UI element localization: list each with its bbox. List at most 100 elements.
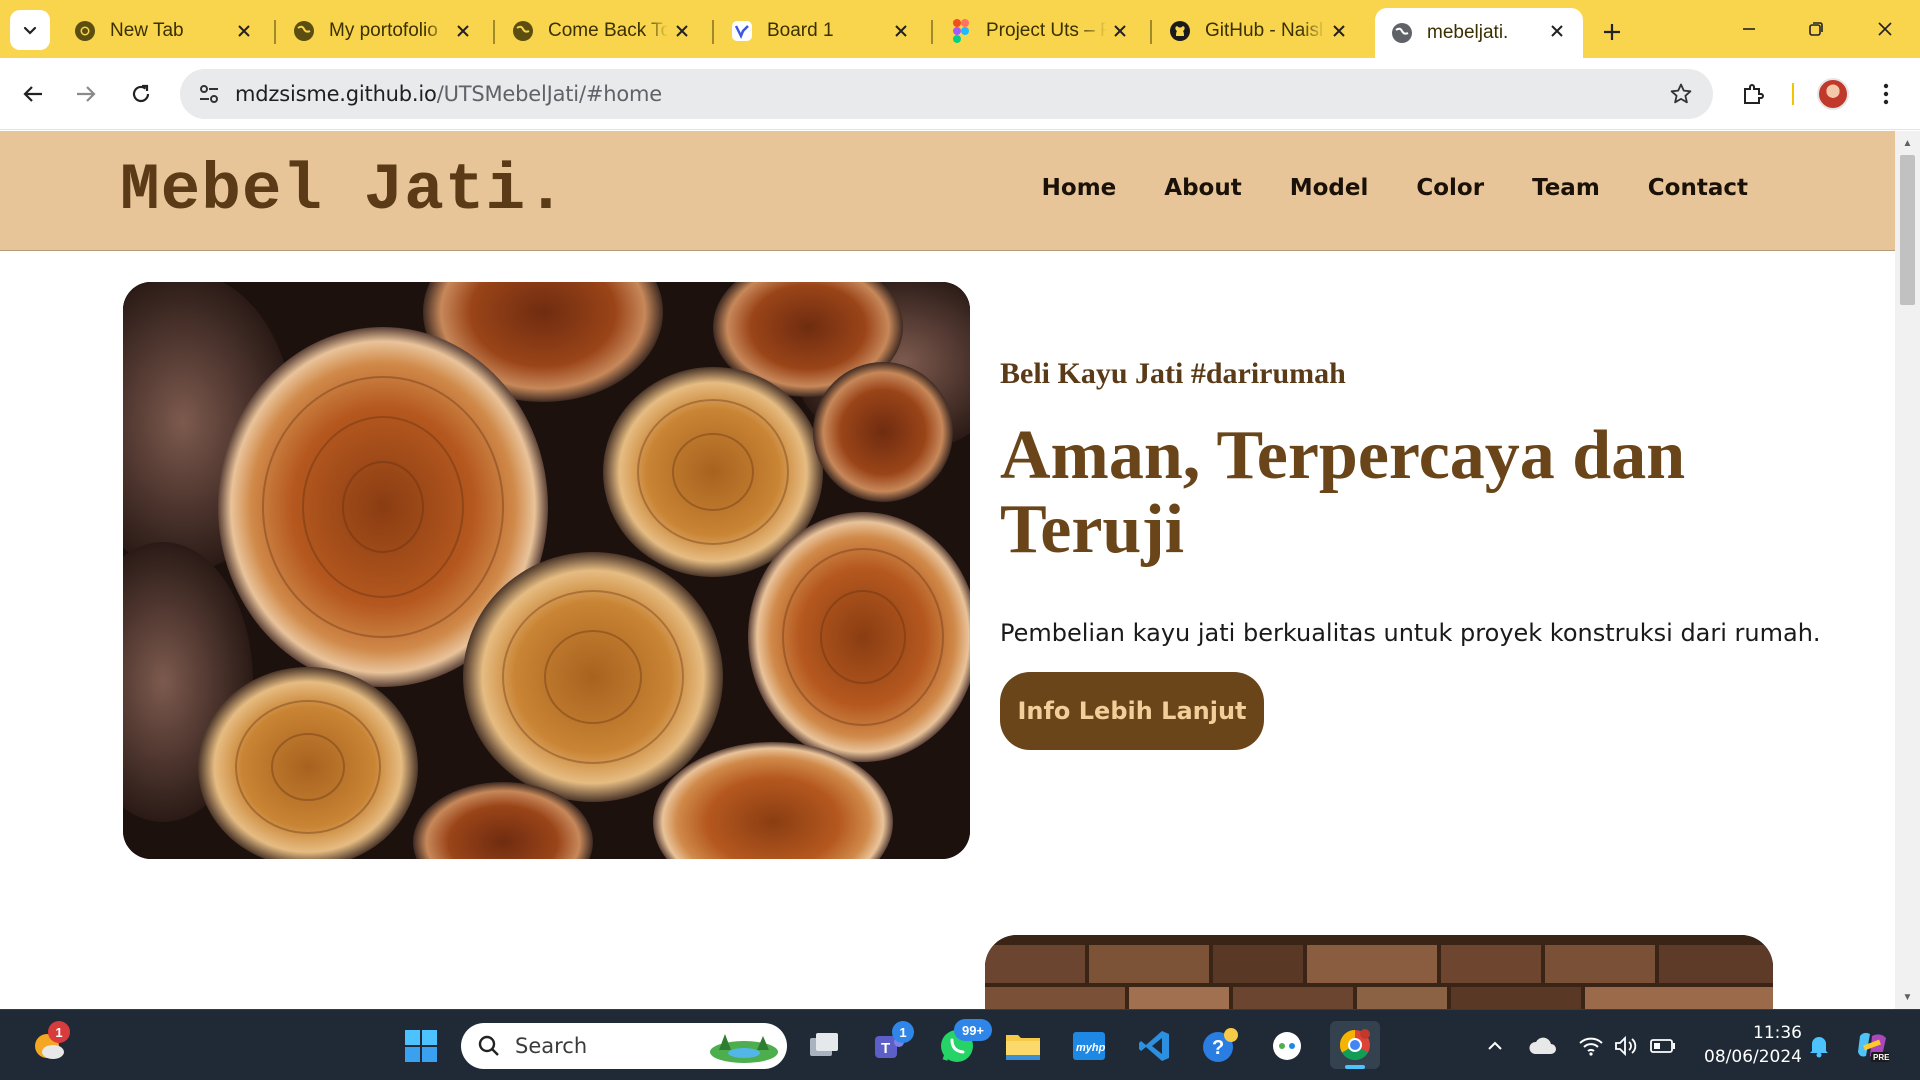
battery-status[interactable] xyxy=(1644,1025,1682,1067)
close-icon[interactable] xyxy=(670,19,694,43)
notifications-button[interactable] xyxy=(1800,1025,1838,1067)
tab-divider xyxy=(931,20,933,44)
scroll-down-icon[interactable]: ▼ xyxy=(1901,991,1914,1004)
vscode-button[interactable] xyxy=(1133,1025,1175,1067)
nav-home[interactable]: Home xyxy=(1042,175,1117,201)
more-vertical-icon xyxy=(1883,83,1889,105)
scroll-up-icon[interactable]: ▲ xyxy=(1901,137,1914,150)
url-text[interactable]: mdzsisme.github.io/UTSMebelJati/#home xyxy=(235,82,662,106)
weather-widget[interactable]: 1 xyxy=(28,1021,70,1067)
tab-search-button[interactable] xyxy=(10,10,50,50)
tab-divider xyxy=(712,20,714,44)
close-icon[interactable] xyxy=(1545,19,1569,43)
nav-team[interactable]: Team xyxy=(1532,175,1600,201)
close-icon xyxy=(1878,22,1892,36)
hero-tagline: Beli Kayu Jati #darirumah xyxy=(1000,357,1346,390)
close-icon[interactable] xyxy=(451,19,475,43)
nav-model[interactable]: Model xyxy=(1290,175,1369,201)
wifi-status[interactable] xyxy=(1572,1025,1610,1067)
reload-button[interactable] xyxy=(121,74,161,114)
profile-button[interactable] xyxy=(1813,74,1853,114)
puzzle-icon xyxy=(1744,84,1764,104)
windows-icon xyxy=(405,1030,437,1062)
avatar xyxy=(1817,78,1849,110)
figma-icon xyxy=(948,18,974,44)
hero-image-logs xyxy=(123,282,970,859)
close-icon[interactable] xyxy=(1108,19,1132,43)
url-host: mdzsisme.github.io xyxy=(235,82,437,106)
system-clock[interactable]: 11:36 08/06/2024 xyxy=(1690,1021,1802,1069)
address-bar[interactable]: mdzsisme.github.io/UTSMebelJati/#home xyxy=(180,69,1713,119)
tab-title: GitHub - Naisl xyxy=(1205,20,1324,41)
nav-contact[interactable]: Contact xyxy=(1648,175,1748,201)
onedrive-button[interactable] xyxy=(1523,1025,1563,1067)
wifi-icon xyxy=(1579,1037,1603,1056)
chrome-taskbar-button[interactable] xyxy=(1330,1021,1380,1069)
forward-button[interactable] xyxy=(66,74,106,114)
task-view-icon xyxy=(810,1033,838,1056)
tab-board-1[interactable]: Board 1 xyxy=(715,8,927,54)
app-button[interactable] xyxy=(1266,1025,1308,1067)
search-placeholder: Search xyxy=(515,1034,588,1058)
close-icon[interactable] xyxy=(232,19,256,43)
weather-badge: 1 xyxy=(48,1021,70,1043)
file-explorer-button[interactable] xyxy=(1002,1025,1044,1067)
battery-icon xyxy=(1650,1039,1675,1053)
minimize-icon xyxy=(1743,28,1755,30)
arrow-left-icon xyxy=(23,86,42,102)
github-icon xyxy=(1167,18,1193,44)
reload-icon xyxy=(132,84,150,103)
back-button[interactable] xyxy=(13,74,53,114)
info-lebih-lanjut-button[interactable]: Info Lebih Lanjut xyxy=(1000,672,1264,750)
vscode-icon xyxy=(1139,1031,1169,1061)
tab-my-portofolio[interactable]: My portofolio xyxy=(277,8,489,54)
svg-text:myhp: myhp xyxy=(1076,1042,1106,1054)
bookmark-star-icon[interactable] xyxy=(1667,80,1695,108)
copilot-button[interactable]: PRE xyxy=(1850,1025,1894,1067)
get-help-button[interactable]: ? xyxy=(1199,1025,1241,1067)
nav-about[interactable]: About xyxy=(1164,175,1241,201)
tab-come-back-to[interactable]: Come Back To xyxy=(496,8,708,54)
svg-text:T: T xyxy=(881,1040,890,1057)
close-window-button[interactable] xyxy=(1862,12,1908,46)
tab-divider xyxy=(1150,20,1152,44)
cloud-icon xyxy=(1529,1037,1556,1054)
plus-icon xyxy=(1604,24,1620,40)
page-scrollbar[interactable]: ▲ ▼ xyxy=(1895,131,1920,1009)
tab-title: New Tab xyxy=(110,20,184,41)
teams-badge: 1 xyxy=(892,1021,914,1043)
new-tab-button[interactable] xyxy=(1595,15,1629,49)
tab-new-tab[interactable]: New Tab xyxy=(58,8,270,54)
myhp-button[interactable]: myhp xyxy=(1068,1025,1110,1067)
tab-strip: New Tab My portofolio Come Back To Board… xyxy=(0,0,1920,58)
miro-icon xyxy=(729,18,755,44)
close-icon[interactable] xyxy=(1327,19,1351,43)
site-settings-icon[interactable] xyxy=(194,79,224,109)
teams-button[interactable]: T 1 xyxy=(868,1021,914,1067)
nav-color[interactable]: Color xyxy=(1416,175,1484,201)
windows-taskbar: 1 Search T 1 99+ myhp ? 11:36 08/06/2024… xyxy=(0,1009,1920,1080)
hero-description: Pembelian kayu jati berkualitas untuk pr… xyxy=(1000,619,1821,647)
tab-project-uts[interactable]: Project Uts – F xyxy=(934,8,1146,54)
scrollbar-thumb[interactable] xyxy=(1900,155,1915,305)
start-button[interactable] xyxy=(400,1025,442,1067)
taskbar-search[interactable]: Search xyxy=(461,1023,787,1069)
show-hidden-icons-button[interactable] xyxy=(1475,1025,1515,1067)
tab-github[interactable]: GitHub - Naisl xyxy=(1153,8,1365,54)
svg-text:?: ? xyxy=(1212,1037,1224,1059)
extensions-button[interactable] xyxy=(1733,74,1773,114)
speaker-icon xyxy=(1615,1035,1637,1057)
close-icon[interactable] xyxy=(889,19,913,43)
app-icon xyxy=(1273,1032,1301,1060)
chevron-up-icon xyxy=(1488,1041,1502,1050)
clock-time: 11:36 xyxy=(1753,1023,1802,1043)
tab-mebeljati[interactable]: mebeljati. xyxy=(1375,8,1583,58)
browser-menu-button[interactable] xyxy=(1866,74,1906,114)
task-view-button[interactable] xyxy=(803,1025,845,1067)
site-logo[interactable]: Mebel Jati. xyxy=(120,153,567,228)
whatsapp-button[interactable]: 99+ xyxy=(936,1019,992,1067)
volume-status[interactable] xyxy=(1607,1025,1645,1067)
restore-button[interactable] xyxy=(1793,12,1839,46)
chrome-icon xyxy=(1339,1029,1370,1061)
minimize-button[interactable] xyxy=(1726,12,1772,46)
